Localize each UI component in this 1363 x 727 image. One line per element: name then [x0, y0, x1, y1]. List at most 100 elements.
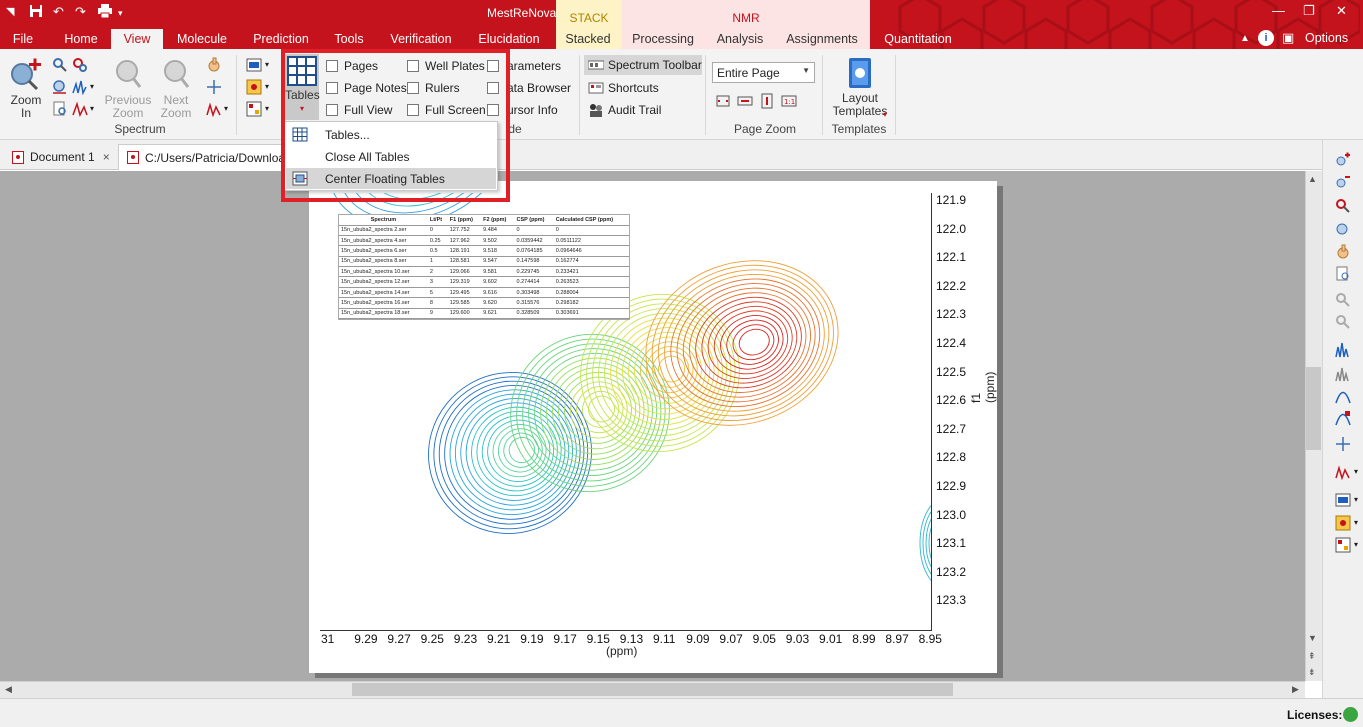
tab-prediction[interactable]: Prediction — [246, 29, 316, 49]
fit-height-icon[interactable] — [759, 93, 775, 109]
qat-customize-icon[interactable]: ▾ — [118, 8, 123, 19]
multiplet-dropdown-icon[interactable]: ▾ — [1354, 467, 1358, 476]
actual-size-icon[interactable]: 1:1 — [781, 93, 797, 109]
color-map-icon[interactable] — [1335, 492, 1351, 508]
tab-file[interactable]: File — [0, 29, 46, 49]
redo-icon[interactable]: ↷ — [75, 4, 86, 20]
zoom-out-icon[interactable] — [52, 57, 68, 73]
fit-page-icon[interactable] — [715, 93, 731, 109]
contour-dropdown-icon[interactable]: ▾ — [265, 82, 269, 91]
shortcuts-icon[interactable] — [588, 80, 604, 96]
peaks-gray-icon[interactable] — [1335, 366, 1351, 382]
menu-item-close-all-tables[interactable]: Close All Tables — [286, 146, 496, 167]
grid-layout-icon[interactable] — [246, 101, 262, 117]
contour-icon[interactable] — [1335, 515, 1351, 531]
tab-tools[interactable]: Tools — [326, 29, 372, 49]
hand-pan-icon[interactable] — [206, 57, 222, 73]
tables-button[interactable]: Tables ▾ — [285, 54, 320, 120]
document-page[interactable]: Spectrum Lt/Pt F1 (ppm) F2 (ppm) CSP (pp… — [309, 181, 997, 673]
tab-molecule[interactable]: Molecule — [170, 29, 234, 49]
scroll-right-icon[interactable]: ▶ — [1292, 684, 1299, 695]
close-button[interactable]: ✕ — [1336, 3, 1347, 19]
hand-pan-icon[interactable] — [1335, 244, 1351, 260]
zoom-region-icon[interactable] — [1335, 198, 1351, 214]
peak-view-dropdown-icon[interactable]: ▾ — [90, 82, 94, 91]
color-map-dropdown-icon[interactable]: ▾ — [265, 60, 269, 69]
audit-trail-icon[interactable] — [588, 102, 604, 118]
parameters-checkbox[interactable] — [487, 60, 499, 72]
peak-view-icon[interactable] — [72, 79, 88, 95]
tab-assignments[interactable]: Assignments — [784, 29, 860, 49]
crosshair-icon[interactable] — [1335, 436, 1351, 452]
minimize-button[interactable]: — — [1272, 3, 1285, 18]
options-menu[interactable]: Options — [1305, 31, 1348, 45]
previous-zoom-icon[interactable] — [1335, 292, 1351, 308]
shortcuts-label[interactable]: Shortcuts — [608, 81, 659, 95]
previous-zoom-button[interactable]: Previous Zoom — [104, 57, 152, 120]
document-zoom-icon[interactable] — [52, 101, 68, 117]
page-zoom-select[interactable]: Entire Page ▼ — [712, 62, 815, 83]
collapse-ribbon-icon[interactable]: ▲ — [1240, 33, 1250, 44]
zoom-in-button[interactable]: Zoom In — [6, 57, 46, 120]
grid-layout-dropdown-icon[interactable]: ▾ — [265, 104, 269, 113]
next-zoom-button[interactable]: Next Zoom — [156, 57, 196, 120]
menu-item-center-floating-tables[interactable]: Center Floating Tables — [286, 168, 496, 189]
color-map-icon[interactable] — [246, 57, 262, 73]
well-plates-checkbox[interactable]: Well Plates — [407, 57, 485, 75]
zoom-out-icon[interactable] — [1335, 174, 1351, 190]
zoom-region-icon[interactable] — [72, 57, 88, 73]
document-tab-2[interactable]: C:/Users/Patricia/Downloa — [118, 144, 288, 170]
scroll-up-icon[interactable]: ▲ — [1308, 174, 1317, 184]
next-zoom-icon[interactable] — [1335, 314, 1351, 330]
full-screen-checkbox[interactable]: Full Screen — [407, 101, 486, 119]
tab-stacked[interactable]: Stacked — [558, 29, 618, 49]
fit-icon[interactable] — [1335, 222, 1351, 238]
vertical-scroll-thumb[interactable] — [1306, 367, 1321, 450]
license-status-icon[interactable] — [1343, 707, 1358, 722]
multiplet-icon[interactable] — [206, 101, 222, 117]
audit-trail-label[interactable]: Audit Trail — [608, 103, 661, 117]
peak-fit-icon[interactable] — [1335, 388, 1351, 404]
fit-width-icon[interactable] — [737, 93, 753, 109]
print-icon[interactable] — [97, 4, 113, 21]
cursor-info-checkbox[interactable] — [487, 104, 499, 116]
tab-analysis[interactable]: Analysis — [710, 29, 770, 49]
grid-layout-icon[interactable] — [1335, 537, 1351, 553]
peak-pick-icon[interactable] — [1335, 342, 1351, 358]
tab-home[interactable]: Home — [55, 29, 107, 49]
fit-icon[interactable] — [52, 79, 68, 95]
grid-layout-dropdown-icon[interactable]: ▾ — [1354, 540, 1358, 549]
document-zoom-icon[interactable] — [1335, 266, 1351, 282]
peak-delete-icon[interactable] — [1335, 410, 1351, 426]
tab-elucidation[interactable]: Elucidation — [474, 29, 544, 49]
page-up-icon[interactable]: ⇞ — [1308, 651, 1316, 662]
horizontal-scroll-thumb[interactable] — [352, 683, 953, 696]
tab-quantitation[interactable]: Quantitation — [878, 29, 958, 49]
restore-button[interactable]: ❐ — [1303, 3, 1315, 19]
document-tab-1[interactable]: Document 1 × — [4, 144, 114, 170]
tab-view[interactable]: View — [111, 29, 163, 49]
rulers-checkbox[interactable]: Rulers — [407, 79, 460, 97]
multiplet-icon[interactable] — [1335, 464, 1351, 480]
page-notes-checkbox[interactable]: Page Notes — [326, 79, 407, 97]
spectrum-toolbar-button[interactable]: Spectrum Toolbar — [584, 55, 702, 75]
layout-templates-button[interactable]: Layout Templates — [830, 57, 890, 118]
full-view-checkbox[interactable]: Full View — [326, 101, 392, 119]
spectrum-plot-area[interactable]: Spectrum Lt/Pt F1 (ppm) F2 (ppm) CSP (pp… — [320, 193, 932, 631]
zoom-in-icon[interactable] — [1335, 152, 1351, 168]
data-browser-checkbox[interactable] — [487, 82, 499, 94]
floating-table[interactable]: Spectrum Lt/Pt F1 (ppm) F2 (ppm) CSP (pp… — [338, 214, 630, 321]
save-icon[interactable] — [29, 4, 43, 21]
undo-icon[interactable]: ↶ — [53, 4, 64, 20]
crosshair-icon[interactable] — [206, 79, 222, 95]
contour-dropdown-icon[interactable]: ▾ — [1354, 518, 1358, 527]
multiplet-dropdown-icon[interactable]: ▾ — [224, 104, 228, 113]
menu-item-tables[interactable]: Tables... — [286, 124, 496, 145]
color-map-dropdown-icon[interactable]: ▾ — [1354, 495, 1358, 504]
layout-templates-dropdown-icon[interactable]: ▾ — [883, 110, 887, 119]
close-tab-icon[interactable]: × — [103, 150, 110, 164]
settings-icon[interactable]: ▣ — [1282, 30, 1294, 46]
tab-processing[interactable]: Processing — [628, 29, 698, 49]
tab-verification[interactable]: Verification — [384, 29, 458, 49]
spectrum-fit-icon[interactable] — [72, 101, 88, 117]
